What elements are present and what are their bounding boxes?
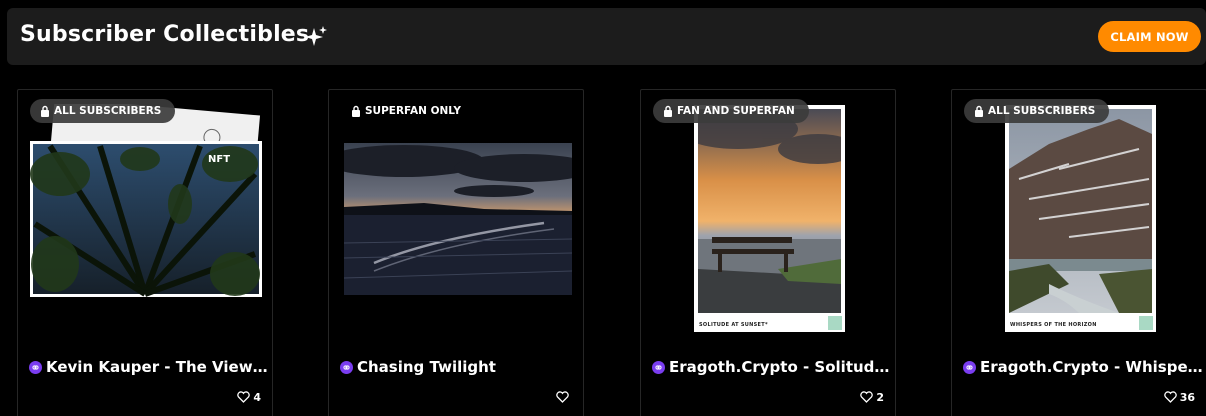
- collectible-image: WHISPERS OF THE HORIZON: [1005, 105, 1156, 332]
- like-button[interactable]: 4: [237, 389, 261, 405]
- collectible-title-text: Eragoth.Crypto - Solitude ...: [669, 358, 892, 376]
- artist-thumbnail: [1139, 316, 1153, 330]
- collectible-image: SOLITUDE AT SUNSET*: [694, 105, 845, 332]
- claim-now-button[interactable]: CLAIM NOW: [1098, 21, 1201, 52]
- lock-icon: [41, 105, 49, 117]
- badge-label: FAN AND SUPERFAN: [677, 105, 795, 117]
- access-badge: ALL SUBSCRIBERS: [964, 99, 1110, 123]
- collectible-title[interactable]: Eragoth.Crypto - Whisper...: [963, 356, 1203, 378]
- collectible-card[interactable]: ALL SUBSCRIBERS NFT Kevin Kauper - The V…: [17, 89, 273, 416]
- like-button[interactable]: 2: [860, 389, 884, 405]
- lock-icon: [352, 105, 360, 117]
- collectible-card[interactable]: SUPERFAN ONLY Chasing Twilight: [328, 89, 584, 416]
- collectible-image: [344, 143, 572, 295]
- collectible-title-text: Eragoth.Crypto - Whisper...: [980, 358, 1203, 376]
- lock-icon: [975, 105, 983, 117]
- chain-icon: [963, 360, 976, 374]
- collectible-title[interactable]: Kevin Kauper - The View A...: [29, 356, 269, 378]
- collectible-image: NFT: [30, 104, 262, 304]
- artist-thumbnail: [828, 316, 842, 330]
- access-badge: ALL SUBSCRIBERS: [30, 99, 176, 123]
- like-count: 4: [253, 390, 261, 404]
- like-button[interactable]: [556, 389, 572, 405]
- chain-icon: [340, 360, 353, 374]
- sparkle-icon: [305, 26, 327, 46]
- collectible-title-text: Kevin Kauper - The View A...: [46, 358, 269, 376]
- collectible-card[interactable]: FAN AND SUPERFAN SOLITUDE AT SUNSET* Era…: [640, 89, 896, 416]
- heart-icon: [1163, 391, 1177, 403]
- chain-icon: [29, 360, 42, 374]
- lock-icon: [664, 105, 672, 117]
- badge-label: ALL SUBSCRIBERS: [54, 105, 162, 117]
- poster-caption: SOLITUDE AT SUNSET*: [699, 322, 768, 328]
- collectible-card[interactable]: ALL SUBSCRIBERS WHISPERS OF THE HORIZON: [951, 89, 1206, 416]
- access-badge: FAN AND SUPERFAN: [653, 99, 809, 123]
- chain-icon: [652, 360, 665, 374]
- collectible-title[interactable]: Eragoth.Crypto - Solitude ...: [652, 356, 892, 378]
- access-badge: SUPERFAN ONLY: [341, 99, 475, 123]
- like-count: 36: [1179, 390, 1195, 404]
- like-button[interactable]: 36: [1163, 389, 1195, 405]
- nft-tag: NFT: [208, 154, 231, 165]
- badge-label: SUPERFAN ONLY: [365, 105, 461, 117]
- badge-label: ALL SUBSCRIBERS: [988, 105, 1096, 117]
- section-title: Subscriber Collectibles: [20, 22, 310, 47]
- collectibles-header: Subscriber Collectibles CLAIM NOW: [7, 8, 1206, 65]
- poster-caption: WHISPERS OF THE HORIZON: [1010, 322, 1097, 328]
- collectible-title-text: Chasing Twilight: [357, 358, 496, 376]
- heart-icon: [860, 391, 874, 403]
- collectible-title[interactable]: Chasing Twilight: [340, 356, 580, 378]
- like-count: 2: [876, 390, 884, 404]
- heart-icon: [237, 391, 251, 403]
- heart-icon: [556, 391, 569, 403]
